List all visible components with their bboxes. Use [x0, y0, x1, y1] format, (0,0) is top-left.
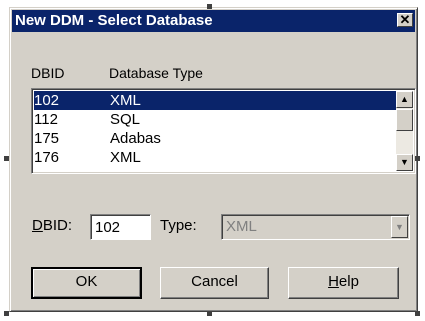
cancel-button[interactable]: Cancel: [160, 267, 269, 299]
resize-grip-top[interactable]: [207, 4, 212, 9]
arrow-up-icon: ▲: [400, 94, 409, 104]
database-list[interactable]: 102 XML 112 SQL 175 Adabas 176 XML ▲ ▼: [31, 88, 416, 174]
dbid-label: DBID:: [32, 217, 72, 234]
list-item[interactable]: 102 XML: [34, 91, 396, 110]
resize-grip-bottom-right[interactable]: [415, 311, 420, 316]
list-item-dbid: 112: [34, 111, 58, 128]
resize-grip-bottom[interactable]: [207, 311, 212, 316]
help-button-mnemonic: H: [328, 273, 339, 290]
type-dropdown-button[interactable]: ▼: [391, 216, 408, 238]
list-item-type: XML: [110, 92, 141, 109]
column-header-dbid: DBID: [31, 65, 65, 81]
list-item-type: Adabas: [110, 130, 161, 147]
list-item-type: SQL: [110, 111, 141, 128]
dbid-label-mnemonic: D: [32, 217, 43, 234]
close-button[interactable]: ✕: [397, 13, 413, 27]
ok-button[interactable]: OK: [31, 267, 142, 299]
resize-grip-right[interactable]: [415, 156, 420, 161]
list-item-dbid: 176: [34, 149, 60, 166]
dialog-title: New DDM - Select Database: [15, 12, 213, 29]
scroll-down-button[interactable]: ▼: [396, 154, 413, 171]
list-item-dbid: 175: [34, 130, 60, 147]
select-database-dialog: New DDM - Select Database ✕ DBID Databas…: [9, 7, 418, 312]
close-icon: ✕: [399, 12, 411, 27]
list-scrollbar[interactable]: ▲ ▼: [396, 91, 413, 171]
dbid-label-text: BID:: [42, 217, 73, 234]
list-item[interactable]: 112 SQL: [34, 110, 396, 129]
list-item-type: XML: [110, 149, 141, 166]
list-item[interactable]: 176 XML: [34, 148, 396, 167]
arrow-down-icon: ▼: [400, 157, 409, 167]
title-bar[interactable]: New DDM - Select Database ✕: [12, 10, 415, 32]
dbid-input[interactable]: [90, 214, 151, 240]
resize-grip-bottom-left[interactable]: [4, 311, 9, 316]
chevron-down-icon: ▼: [395, 222, 404, 232]
scroll-thumb[interactable]: [396, 109, 413, 131]
column-header-database-type: Database Type: [109, 65, 203, 81]
scroll-up-button[interactable]: ▲: [396, 91, 413, 108]
list-item-dbid: 102: [34, 92, 60, 109]
type-dropdown[interactable]: XML ▼: [221, 214, 410, 240]
list-item[interactable]: 175 Adabas: [34, 129, 396, 148]
resize-grip-left[interactable]: [4, 156, 9, 161]
help-button[interactable]: Help: [288, 267, 399, 299]
help-button-label: elp: [338, 273, 359, 290]
type-dropdown-value: XML: [226, 218, 257, 235]
type-label: Type:: [160, 217, 197, 234]
